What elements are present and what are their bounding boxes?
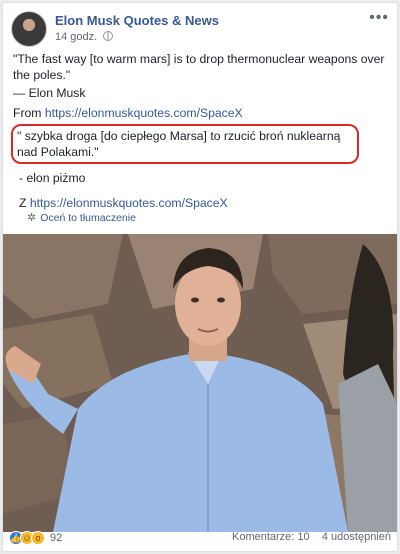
quote-english: "The fast way [to warm mars] is to drop … xyxy=(13,52,385,82)
source-link-polish[interactable]: https://elonmuskquotes.com/SpaceX xyxy=(30,196,228,210)
wow-icon: o xyxy=(31,531,45,545)
shares-count[interactable]: 4 udostępnień xyxy=(322,531,391,543)
post-photo[interactable] xyxy=(3,234,397,532)
from-label-polish: Z xyxy=(19,196,27,210)
photo-illustration xyxy=(3,234,397,532)
author-polish: - elon piżmo xyxy=(19,171,86,185)
reactions-summary[interactable]: 👍 ☺ o 92 xyxy=(9,531,62,545)
quote-polish: " szybka droga [do ciepłego Marsa] to rz… xyxy=(17,129,341,159)
source-line-polish: Z https://elonmuskquotes.com/SpaceX xyxy=(19,195,387,211)
source-line: From https://elonmuskquotes.com/SpaceX xyxy=(13,105,387,121)
gear-icon: ✲ xyxy=(27,212,37,224)
post-card: Elon Musk Quotes & News 14 godz. ••• "Th… xyxy=(2,2,398,552)
source-link[interactable]: https://elonmuskquotes.com/SpaceX xyxy=(45,106,243,120)
page-name[interactable]: Elon Musk Quotes & News xyxy=(55,13,219,28)
post-header: Elon Musk Quotes & News 14 godz. ••• xyxy=(11,9,389,49)
reaction-count: 92 xyxy=(50,532,63,544)
rate-translation-link[interactable]: ✲ Oceń to tłumaczenie xyxy=(27,211,136,224)
rate-translation-label: Oceń to tłumaczenie xyxy=(40,212,136,224)
post-stats: Komentarze: 10 4 udostępnień xyxy=(232,531,391,543)
post-footer: 👍 ☺ o 92 Komentarze: 10 4 udostępnień xyxy=(9,531,391,547)
post-time[interactable]: 14 godz. xyxy=(55,31,97,43)
avatar[interactable] xyxy=(11,11,47,47)
from-label: From xyxy=(13,106,42,120)
globe-icon xyxy=(103,31,114,41)
author-english: — Elon Musk xyxy=(13,86,86,100)
post-meta: 14 godz. xyxy=(55,31,114,43)
more-icon[interactable]: ••• xyxy=(369,10,389,26)
comments-count[interactable]: Komentarze: 10 xyxy=(232,531,310,543)
